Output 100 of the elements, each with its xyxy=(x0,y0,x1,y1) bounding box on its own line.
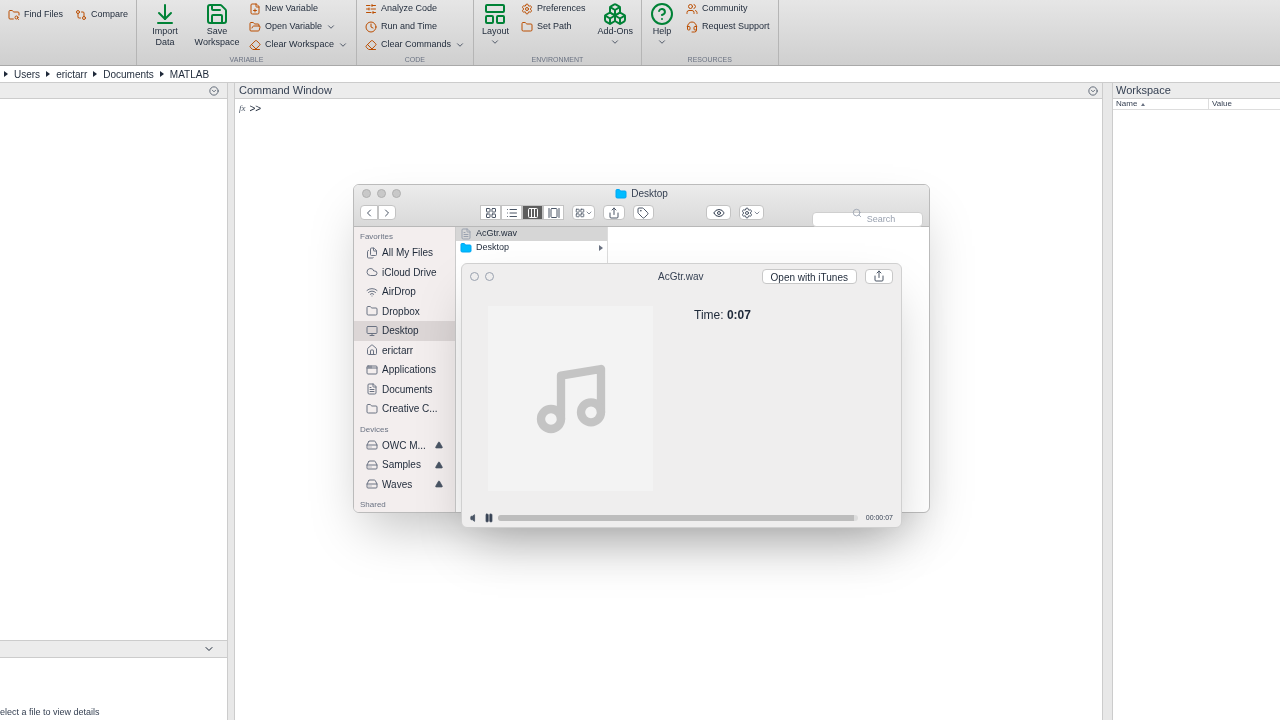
toolstrip-button[interactable]: Preferences xyxy=(516,0,590,18)
panel-title: Workspace xyxy=(1116,83,1171,99)
tool-icon xyxy=(483,2,508,26)
tool-icon xyxy=(75,9,87,21)
view-button[interactable] xyxy=(480,205,501,220)
sidebar-icon xyxy=(366,266,378,279)
path-segment[interactable]: MATLAB xyxy=(169,66,210,82)
view-button[interactable] xyxy=(543,205,564,220)
toolstrip-button[interactable]: Clear Commands xyxy=(360,36,469,54)
tool-icon xyxy=(686,3,698,15)
quicklook-button[interactable] xyxy=(706,205,731,220)
caret-icon xyxy=(610,37,621,47)
toolstrip-button[interactable]: Layout xyxy=(477,0,513,47)
caret-icon xyxy=(337,40,348,50)
caret-icon xyxy=(490,37,501,47)
panel-menu-icon[interactable] xyxy=(209,85,219,96)
toolstrip-button[interactable]: Save Workspace xyxy=(193,0,242,48)
path-segment[interactable]: Documents xyxy=(103,66,154,82)
function-browser-icon[interactable]: fx xyxy=(239,101,246,116)
toolstrip-button[interactable]: Set Path xyxy=(516,18,590,36)
sidebar-item[interactable]: erictarr xyxy=(354,340,455,360)
forward-button[interactable] xyxy=(378,205,396,220)
file-icon xyxy=(460,228,472,240)
share-button[interactable] xyxy=(865,268,893,284)
tool-icon xyxy=(249,3,262,15)
toolstrip-button[interactable]: Request Support xyxy=(682,18,774,36)
sidebar-heading: Devices xyxy=(359,423,390,436)
pause-icon[interactable] xyxy=(484,513,494,523)
column-header[interactable]: Name xyxy=(1113,99,1209,109)
path-arrow-icon xyxy=(46,71,51,77)
sidebar-item[interactable]: OWC M... xyxy=(354,435,455,455)
sidebar-item[interactable]: Samples xyxy=(354,455,455,475)
toolstrip-button[interactable]: Clear Workspace xyxy=(245,36,352,54)
toolstrip-button[interactable]: Run and Time xyxy=(360,18,469,36)
gear-icon xyxy=(741,206,754,219)
path-arrow-icon xyxy=(93,71,98,77)
tool-icon xyxy=(249,21,262,33)
toolstrip-button[interactable]: Compare xyxy=(71,6,133,24)
sidebar-heading: Favorites xyxy=(359,231,394,243)
tag-icon xyxy=(637,206,650,219)
sidebar-item[interactable]: Creative C... xyxy=(354,399,455,419)
sidebar-item[interactable]: Desktop xyxy=(354,321,455,341)
details-message: elect a file to view details xyxy=(0,706,100,719)
sidebar-icon xyxy=(366,383,378,396)
tool-icon xyxy=(364,39,377,51)
time-label: Time: 0:07 xyxy=(694,307,751,324)
grid-icon xyxy=(574,207,585,218)
column-header[interactable]: Value xyxy=(1209,99,1280,109)
search-icon xyxy=(851,208,862,218)
tag-button[interactable] xyxy=(632,205,655,220)
share-icon xyxy=(607,206,620,219)
tool-icon xyxy=(364,21,377,33)
tool-icon xyxy=(364,3,377,15)
eject-icon[interactable] xyxy=(435,460,443,469)
sidebar-item[interactable]: iCloud Drive xyxy=(354,262,455,282)
path-arrow-icon xyxy=(159,71,164,77)
view-mode-icon xyxy=(505,206,518,219)
sidebar-item[interactable]: Documents xyxy=(354,379,455,399)
sidebar-item[interactable]: All My Files xyxy=(354,243,455,263)
toolstrip-button[interactable]: Import Data xyxy=(141,0,190,48)
action-button[interactable] xyxy=(738,205,764,220)
tool-icon xyxy=(603,2,628,26)
folder-icon xyxy=(615,187,628,200)
sidebar-item[interactable]: AirDrop xyxy=(354,282,455,302)
toolstrip-button[interactable]: Community xyxy=(682,0,774,18)
caret-icon xyxy=(454,40,465,50)
path-segment[interactable]: erictarr xyxy=(56,66,88,82)
sidebar-heading: Shared xyxy=(359,499,387,511)
folder-icon xyxy=(460,242,472,254)
view-button[interactable] xyxy=(501,205,522,220)
sidebar-icon xyxy=(366,402,378,415)
file-row[interactable]: AcGtr.wav xyxy=(456,227,607,241)
sidebar-icon xyxy=(366,363,378,376)
search-field[interactable]: Search xyxy=(811,211,923,227)
toolstrip-button[interactable]: Analyze Code xyxy=(360,0,469,18)
sidebar-item[interactable]: Dropbox xyxy=(354,301,455,321)
share-button[interactable] xyxy=(603,205,625,220)
eject-icon[interactable] xyxy=(435,441,443,450)
panel-menu-icon[interactable] xyxy=(1088,85,1098,96)
caret-icon xyxy=(657,37,667,47)
arrange-button[interactable] xyxy=(572,205,596,220)
toolstrip-button[interactable]: Help xyxy=(646,0,678,47)
sidebar-icon xyxy=(366,305,378,318)
eject-icon[interactable] xyxy=(435,480,443,489)
toolstrip-button[interactable]: Find Files xyxy=(4,6,67,24)
view-button[interactable] xyxy=(522,205,543,220)
toolstrip-button[interactable]: New Variable xyxy=(245,0,352,18)
toolstrip-button[interactable]: Add-Ons xyxy=(593,0,637,47)
view-mode-icon xyxy=(547,206,560,219)
sort-arrow-icon xyxy=(1141,102,1146,106)
sidebar-item[interactable]: Waves xyxy=(354,474,455,494)
sidebar-icon xyxy=(366,285,378,298)
path-segment[interactable]: Users xyxy=(14,66,41,82)
back-button[interactable] xyxy=(360,205,378,220)
tool-icon xyxy=(8,9,20,21)
open-with-button[interactable]: Open with iTunes xyxy=(761,268,857,284)
tool-icon xyxy=(205,2,230,26)
file-row[interactable]: Desktop xyxy=(456,241,607,255)
toolstrip-button[interactable]: Open Variable xyxy=(245,18,352,36)
sidebar-item[interactable]: Applications xyxy=(354,360,455,380)
